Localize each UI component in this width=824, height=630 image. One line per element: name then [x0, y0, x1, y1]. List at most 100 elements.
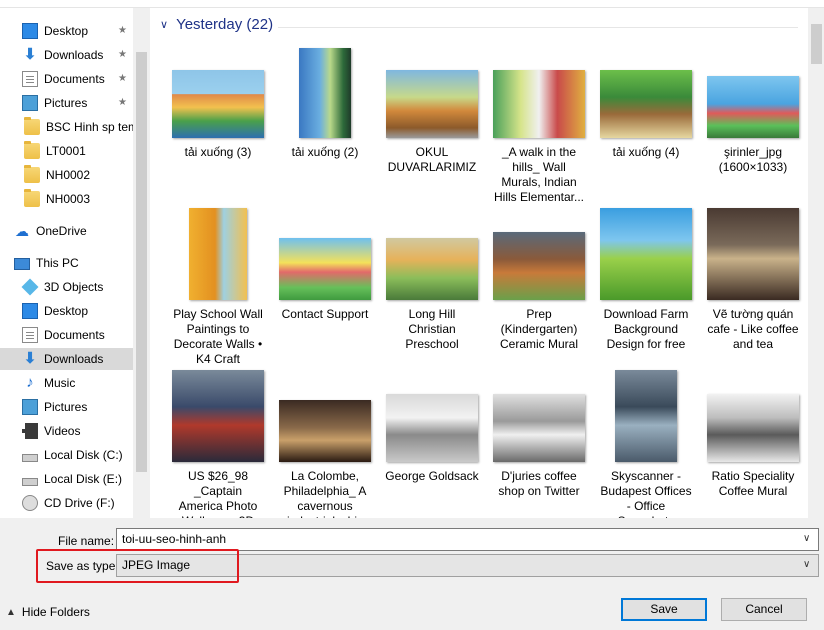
file-caption: Contact Support [281, 307, 369, 321]
nav-item[interactable]: Local Disk (C:) [0, 444, 133, 466]
nav-item[interactable]: CD Drive (F:) [0, 492, 133, 514]
file-caption: Skyscanner - Budapest Offices - Office S… [600, 469, 692, 518]
nav-item[interactable]: NH0003 [0, 188, 133, 210]
file-name-dropdown-icon[interactable]: ∨ [803, 533, 810, 544]
file-thumbnail [600, 70, 692, 138]
file-thumbnail [493, 70, 585, 138]
folder-icon [24, 165, 40, 183]
nav-item[interactable]: Desktop [0, 300, 133, 322]
nav-item[interactable]: Documents ★ [0, 68, 133, 90]
file-tile[interactable]: tải xuống (2) [274, 46, 376, 160]
nav-item[interactable]: BSC Hinh sp tem [0, 116, 133, 138]
hide-folders-button[interactable]: ▲ Hide Folders [6, 605, 90, 619]
nav-item[interactable]: ⬇ Downloads ★ [0, 44, 133, 66]
file-tile[interactable]: Download Farm Background Design for free [595, 208, 697, 352]
file-tile[interactable]: Prep (Kindergarten) Ceramic Mural [488, 208, 590, 352]
save-button[interactable]: Save [621, 598, 707, 621]
file-list-scrollbar-thumb[interactable] [811, 24, 822, 64]
file-tile[interactable]: Vẽ tường quán cafe - Like coffee and tea [702, 208, 804, 352]
file-thumbnail [615, 370, 677, 462]
file-thumbnail [299, 48, 351, 138]
file-caption: tải xuống (2) [291, 145, 359, 159]
nav-item[interactable]: ⬇ Downloads [0, 348, 133, 370]
file-tile[interactable]: Contact Support [274, 208, 376, 322]
chevron-down-icon[interactable]: ∨ [803, 559, 810, 570]
group-divider [278, 27, 798, 28]
file-tile[interactable]: _A walk in the hills_ Wall Murals, India… [488, 46, 590, 205]
file-thumbnail [600, 208, 692, 300]
nav-item[interactable]: ☁ OneDrive [0, 220, 133, 242]
folder-icon [24, 117, 40, 135]
file-name-input[interactable]: toi-uu-seo-hinh-anh [116, 528, 819, 551]
desktop-icon [22, 23, 38, 39]
file-thumbnail [189, 208, 247, 300]
group-header[interactable]: ∨ Yesterday (22) [160, 16, 273, 33]
nav-item[interactable]: Pictures ★ [0, 92, 133, 114]
file-tile[interactable]: Long Hill Christian Preschool [381, 208, 483, 352]
file-tile[interactable]: Skyscanner - Budapest Offices - Office S… [595, 370, 697, 518]
file-tile[interactable]: US $26_98 _Captain America Photo Wallpap… [167, 370, 269, 518]
nav-item-label: Documents [44, 328, 105, 342]
pictures-icon [22, 95, 38, 111]
file-tile[interactable]: tải xuống (3) [167, 46, 269, 160]
disk-icon [22, 454, 38, 462]
file-caption: George Goldsack [385, 469, 479, 483]
nav-item[interactable]: Documents [0, 324, 133, 346]
folder-icon [24, 141, 40, 159]
file-caption: D'juries coffee shop on Twitter [498, 469, 580, 498]
nav-item[interactable]: Videos [0, 420, 133, 442]
file-tile[interactable]: La Colombe, Philadelphia_ A cavernous in… [274, 370, 376, 518]
download-icon: ⬇ [23, 350, 37, 367]
nav-item-label: Documents [44, 72, 105, 86]
file-caption: Ratio Speciality Coffee Mural [711, 469, 795, 498]
file-thumbnail [493, 232, 585, 300]
nav-item[interactable]: This PC [0, 252, 133, 274]
music-icon: ♪ [26, 374, 34, 391]
file-name-label: File name: [58, 534, 115, 548]
file-caption: Play School Wall Paintings to Decorate W… [173, 307, 263, 366]
file-thumbnail [279, 400, 371, 462]
download-icon: ⬇ [23, 46, 37, 63]
nav-item-label: NH0002 [46, 168, 91, 182]
nav-item-label: LT0001 [46, 144, 86, 158]
file-thumbnail [386, 238, 478, 300]
file-tile[interactable]: Ratio Speciality Coffee Mural [702, 370, 804, 499]
file-thumbnail [386, 394, 478, 462]
file-tile[interactable]: OKUL DUVARLARIMIZ [381, 46, 483, 175]
file-caption: La Colombe, Philadelphia_ A cavernous in… [283, 469, 367, 518]
chevron-up-icon: ▲ [6, 606, 16, 618]
desktop-icon [22, 303, 38, 319]
nav-item-label: Local Disk (E:) [44, 472, 123, 486]
nav-item[interactable]: Pictures [0, 396, 133, 418]
folder-icon [24, 189, 40, 207]
chevron-down-icon[interactable]: ∨ [160, 18, 168, 31]
cancel-button[interactable]: Cancel [721, 598, 807, 621]
file-thumbnail [386, 70, 478, 138]
pin-icon: ★ [118, 25, 127, 36]
top-strip [0, 0, 824, 8]
file-caption: _A walk in the hills_ Wall Murals, India… [493, 145, 585, 204]
file-tile[interactable]: şirinler_jpg (1600×1033) [702, 46, 804, 175]
nav-item[interactable]: LT0001 [0, 140, 133, 162]
file-caption: Prep (Kindergarten) Ceramic Mural [499, 307, 578, 351]
nav-scrollbar-thumb[interactable] [136, 52, 147, 472]
documents-icon [22, 327, 38, 343]
nav-item[interactable]: Local Disk (E:) [0, 468, 133, 490]
file-tile[interactable]: George Goldsack [381, 370, 483, 484]
file-list-scrollbar[interactable] [808, 8, 824, 518]
nav-item-label: Videos [44, 424, 81, 438]
pictures-icon [22, 399, 38, 415]
nav-item[interactable]: 3D Objects [0, 276, 133, 298]
nav-item-label: Desktop [44, 24, 89, 38]
nav-item[interactable]: ♪ Music [0, 372, 133, 394]
file-caption: Download Farm Background Design for free [603, 307, 689, 351]
annotation-highlight-box [36, 549, 239, 583]
file-tile[interactable]: D'juries coffee shop on Twitter [488, 370, 590, 499]
nav-item-label: Music [44, 376, 76, 390]
nav-item[interactable]: NH0002 [0, 164, 133, 186]
nav-item-label: Downloads [44, 352, 104, 366]
nav-item-label: This PC [36, 256, 79, 270]
nav-item[interactable]: Desktop ★ [0, 20, 133, 42]
file-tile[interactable]: Play School Wall Paintings to Decorate W… [167, 208, 269, 367]
file-tile[interactable]: tải xuống (4) [595, 46, 697, 160]
